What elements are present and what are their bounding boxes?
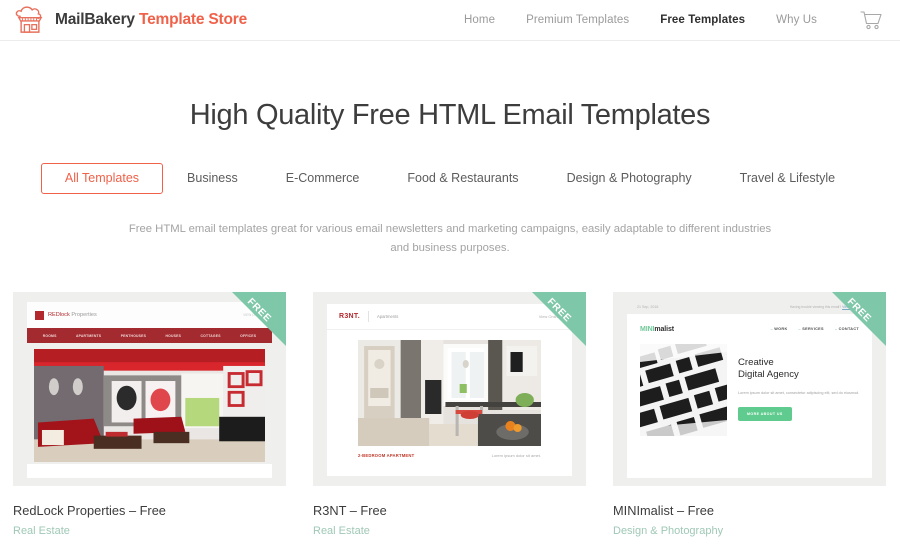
preview-subtitle: Apartments [376, 314, 399, 320]
free-badge-ribbon [232, 292, 286, 347]
filter-tab-food-restaurants[interactable]: Food & Restaurants [383, 163, 542, 194]
preview-brand: R3NT. [339, 313, 360, 321]
preview-nav-houses: HOUSES [165, 333, 182, 338]
preview-nav-rooms: ROOMS [42, 333, 57, 338]
template-thumbnail[interactable]: REDlock Properties VIEW ONLINE ROOMS APA… [13, 292, 286, 487]
template-thumbnail[interactable]: R3NT. Apartments View Online 2-BEDROOM A… [313, 292, 586, 487]
filter-tab-business[interactable]: Business [163, 163, 262, 194]
brand-primary: MailBakery [55, 11, 135, 28]
preview-nav-penthouses: PENTHOUSES [120, 333, 147, 338]
preview-heading: Creative Digital Agency [738, 357, 799, 381]
preview-copy: Creative Digital Agency Lorem ipsum dolo… [738, 344, 859, 436]
brand-secondary: Template Store [138, 11, 247, 28]
preview-nav-apartments: APARTMENTS [75, 333, 102, 338]
template-card[interactable]: REDlock Properties VIEW ONLINE ROOMS APA… [13, 292, 286, 537]
page-title: High Quality Free HTML Email Templates [189, 99, 711, 131]
free-badge-ribbon [832, 292, 886, 347]
brand-text: MailBakery Template Store [55, 11, 247, 29]
nav-item-premium-templates[interactable]: Premium Templates [526, 14, 629, 26]
template-title[interactable]: R3NT – Free [313, 503, 586, 518]
template-category[interactable]: Design & Photography [613, 525, 886, 537]
filter-tab-design-photography[interactable]: Design & Photography [543, 163, 716, 194]
nav-item-free-templates[interactable]: Free Templates [660, 14, 745, 26]
cart-button[interactable] [860, 10, 882, 30]
template-grid: REDlock Properties VIEW ONLINE ROOMS APA… [0, 292, 900, 537]
template-category[interactable]: Real Estate [13, 525, 286, 537]
filter-tab-all-templates[interactable]: All Templates [40, 163, 164, 194]
preview-caption: 2-BEDROOM APARTMENT Lorem ipsum dolor si… [358, 453, 541, 458]
site-header: MailBakery Template Store Home Premium T… [0, 0, 900, 41]
template-title[interactable]: RedLock Properties – Free [13, 503, 286, 518]
bakery-shop-icon [15, 6, 43, 33]
preview-divider [367, 311, 369, 323]
free-badge-ribbon [532, 292, 586, 347]
hero-section: High Quality Free HTML Email Templates A… [0, 41, 900, 258]
preview-hero-image [640, 344, 727, 437]
nav-item-home[interactable]: Home [464, 14, 495, 26]
preview-nav-cottages: COTTAGES [200, 333, 221, 338]
brand-logo[interactable]: MailBakery Template Store [14, 6, 247, 34]
preview-brand: REDlock Properties [48, 312, 97, 319]
main-navigation: Home Premium Templates Free Templates Wh… [464, 10, 882, 30]
preview-logo-icon [35, 310, 44, 320]
template-title[interactable]: MINImalist – Free [613, 503, 886, 518]
preview-main: Creative Digital Agency Lorem ipsum dolo… [627, 344, 872, 437]
category-filter-tabs: All Templates Business E-Commerce Food &… [0, 163, 900, 194]
filter-tab-e-commerce[interactable]: E-Commerce [262, 163, 384, 194]
hero-description: Free HTML email templates great for vari… [128, 222, 772, 254]
preview-body: 2-BEDROOM APARTMENT Lorem ipsum dolor si… [327, 330, 572, 477]
preview-cta-button: MORE ABOUT US [738, 407, 792, 422]
nav-item-why-us[interactable]: Why Us [776, 14, 817, 26]
preview-hero-image [358, 340, 541, 447]
preview-caption-text: Lorem ipsum dolor sit amet. [491, 453, 541, 459]
preview-brand: MINImalist [640, 325, 675, 333]
preview-caption-title: 2-BEDROOM APARTMENT [358, 453, 415, 459]
template-card[interactable]: R3NT. Apartments View Online 2-BEDROOM A… [313, 292, 586, 537]
shopping-cart-icon [860, 10, 882, 29]
preview-date: 21 Sep, 2016 [637, 304, 659, 309]
preview-footer [27, 464, 272, 479]
preview-hero-image [34, 349, 265, 463]
template-category[interactable]: Real Estate [313, 525, 586, 537]
template-card[interactable]: 21 Sep, 2016 Having trouble viewing this… [613, 292, 886, 537]
preview-nav-services: SERVICES [799, 327, 824, 331]
preview-nav-work: WORK [770, 327, 787, 331]
filter-tab-travel-lifestyle[interactable]: Travel & Lifestyle [716, 163, 859, 194]
preview-paragraph: Lorem ipsum dolor sit amet, consectetur … [738, 390, 860, 395]
template-thumbnail[interactable]: 21 Sep, 2016 Having trouble viewing this… [613, 292, 886, 487]
